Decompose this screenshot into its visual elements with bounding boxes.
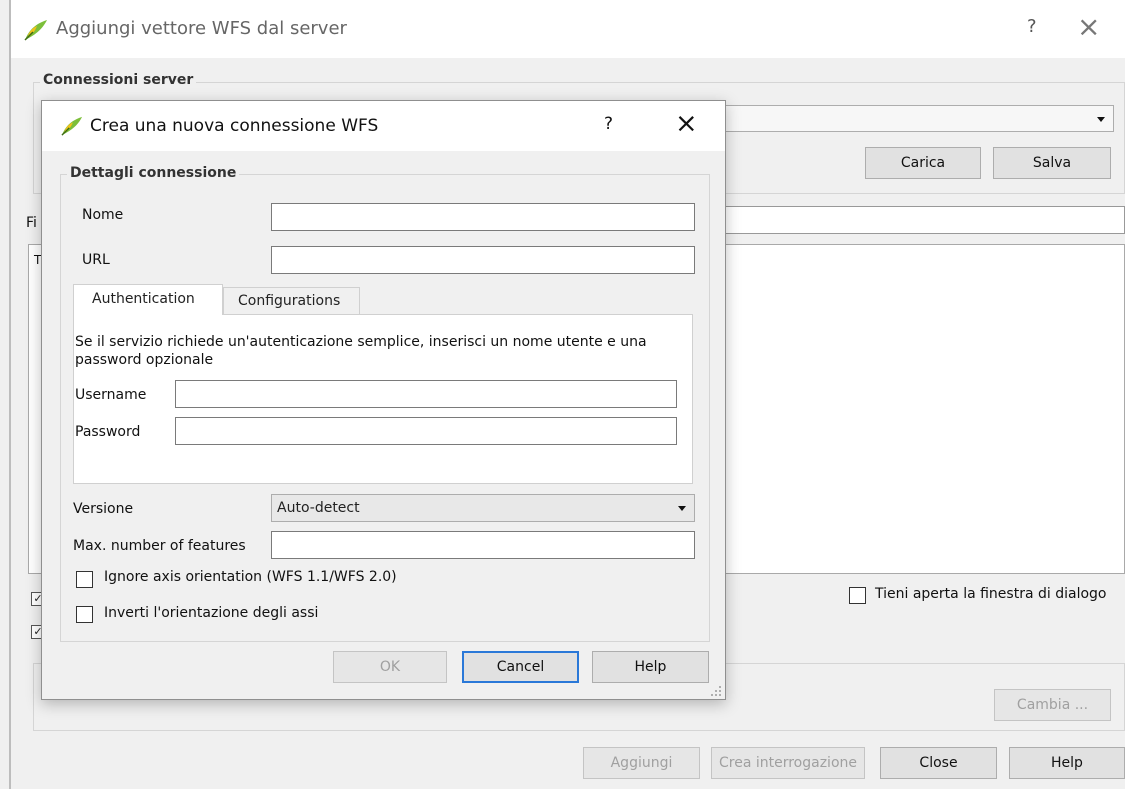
- tab-configurations[interactable]: Configurations: [223, 287, 360, 315]
- filter-field[interactable]: [700, 206, 1125, 234]
- qgis-logo-icon: [24, 20, 47, 41]
- close-button[interactable]: Close: [880, 747, 997, 779]
- main-close-button[interactable]: ×: [1077, 10, 1100, 43]
- help-button[interactable]: Help: [592, 651, 709, 683]
- connections-combo[interactable]: [700, 105, 1114, 132]
- url-input[interactable]: [271, 246, 695, 274]
- dialog-close-button[interactable]: ×: [675, 108, 698, 139]
- version-label: Versione: [73, 501, 134, 517]
- ok-button[interactable]: OK: [333, 651, 447, 683]
- add-button[interactable]: Aggiungi: [583, 747, 700, 779]
- dialog-titlebar: Crea una nuova connessione WFS ? ×: [42, 101, 725, 151]
- url-label: URL: [82, 252, 110, 268]
- username-input[interactable]: [175, 380, 677, 408]
- chevron-down-icon: [1097, 116, 1105, 122]
- tab-authentication[interactable]: Authentication: [73, 284, 223, 315]
- build-query-button[interactable]: Crea interrogazione: [711, 747, 865, 779]
- ignore-axis-label: Ignore axis orientation (WFS 1.1/WFS 2.0…: [104, 569, 397, 585]
- name-label: Nome: [82, 207, 124, 223]
- main-titlebar: Aggiungi vettore WFS dal server ? ×: [11, 0, 1125, 58]
- chevron-down-icon: [678, 506, 686, 511]
- connection-details-title: Dettagli connessione: [67, 165, 240, 181]
- change-crs-button[interactable]: Cambia ...: [994, 689, 1111, 721]
- version-select-value: Auto-detect: [277, 500, 360, 516]
- new-connection-dialog: Crea una nuova connessione WFS ? × Detta…: [41, 100, 726, 700]
- invert-axis-label: Inverti l'orientazione degli assi: [104, 605, 319, 621]
- main-window-title: Aggiungi vettore WFS dal server: [56, 18, 347, 39]
- ignore-axis-checkbox[interactable]: [76, 571, 93, 588]
- password-label: Password: [75, 424, 141, 440]
- max-features-input[interactable]: [271, 531, 695, 559]
- dialog-title: Crea una nuova connessione WFS: [90, 116, 379, 136]
- keep-open-checkbox[interactable]: [849, 587, 866, 604]
- invert-axis-checkbox[interactable]: [76, 606, 93, 623]
- connections-group-title: Connessioni server: [40, 72, 197, 88]
- password-input[interactable]: [175, 417, 677, 445]
- tab-configurations-label: Configurations: [238, 293, 341, 309]
- username-label: Username: [75, 387, 147, 403]
- dialog-help-button[interactable]: ?: [604, 114, 613, 134]
- cancel-button[interactable]: Cancel: [462, 651, 579, 683]
- load-button[interactable]: Carica: [865, 147, 981, 179]
- save-button[interactable]: Salva: [993, 147, 1111, 179]
- main-help-button[interactable]: ?: [1027, 16, 1037, 37]
- filter-label: Fi: [26, 215, 37, 231]
- keep-open-label: Tieni aperta la finestra di dialogo: [875, 586, 1107, 602]
- qgis-logo-icon: [61, 116, 83, 136]
- name-input[interactable]: [271, 203, 695, 231]
- help-button[interactable]: Help: [1009, 747, 1125, 779]
- resize-grip-icon[interactable]: [710, 685, 722, 697]
- tab-authentication-label: Authentication: [92, 291, 195, 307]
- max-features-label: Max. number of features: [73, 538, 246, 554]
- version-select[interactable]: Auto-detect: [271, 494, 695, 522]
- auth-tab-panel: Se il servizio richiede un'autenticazion…: [73, 314, 693, 484]
- window-left-edge: [9, 0, 11, 789]
- auth-description: Se il servizio richiede un'autenticazion…: [75, 334, 647, 368]
